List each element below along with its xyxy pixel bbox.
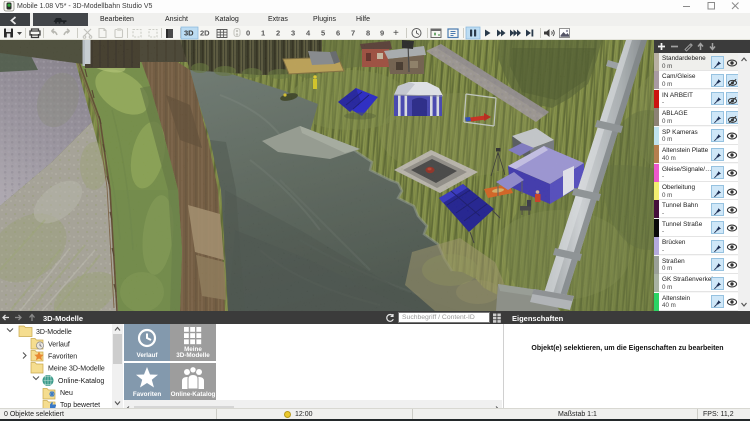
svg-text:1: 1 bbox=[261, 29, 265, 38]
svg-text:Verlauf: Verlauf bbox=[48, 342, 70, 349]
svg-text:7: 7 bbox=[351, 29, 355, 38]
svg-text:Favoriten: Favoriten bbox=[48, 354, 77, 361]
svg-text:5: 5 bbox=[321, 29, 325, 38]
svg-text:4: 4 bbox=[306, 29, 311, 38]
svg-text:3D: 3D bbox=[184, 29, 194, 38]
svg-text:9: 9 bbox=[380, 29, 384, 38]
svg-text:Meine 3D-Modelle: Meine 3D-Modelle bbox=[48, 366, 105, 373]
svg-text:6: 6 bbox=[336, 29, 340, 38]
svg-text:Neu: Neu bbox=[60, 390, 73, 397]
svg-text:3D-Modelle: 3D-Modelle bbox=[36, 329, 72, 336]
svg-text:+: + bbox=[393, 28, 399, 39]
svg-text:0: 0 bbox=[246, 29, 250, 38]
svg-text:2D: 2D bbox=[200, 29, 210, 38]
svg-text:2: 2 bbox=[276, 29, 280, 38]
svg-text:Online-Katalog: Online-Katalog bbox=[58, 378, 104, 385]
svg-text:8: 8 bbox=[366, 29, 370, 38]
svg-text:3: 3 bbox=[291, 29, 295, 38]
